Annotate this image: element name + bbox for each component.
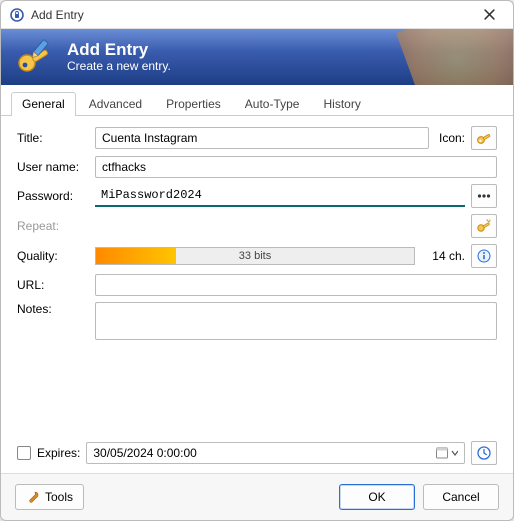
- label-quality: Quality:: [17, 249, 89, 263]
- notes-input[interactable]: [95, 302, 497, 340]
- dots-icon: [477, 191, 491, 201]
- label-expires: Expires:: [37, 446, 80, 460]
- title-input[interactable]: [95, 127, 429, 149]
- lock-icon: [9, 7, 25, 23]
- quality-bar: 33 bits: [95, 247, 415, 265]
- tools-button[interactable]: Tools: [15, 484, 84, 510]
- tab-autotype[interactable]: Auto-Type: [234, 92, 311, 116]
- dialog-footer: Tools OK Cancel: [1, 473, 513, 520]
- cancel-button[interactable]: Cancel: [423, 484, 499, 510]
- key-spark-icon: [476, 218, 492, 234]
- banner-title: Add Entry: [67, 41, 171, 60]
- tab-properties[interactable]: Properties: [155, 92, 232, 116]
- tab-general[interactable]: General: [11, 92, 76, 116]
- add-entry-dialog: Add Entry Add Entry Create a new entry.: [0, 0, 514, 521]
- label-notes: Notes:: [17, 302, 89, 316]
- username-input[interactable]: [95, 156, 497, 178]
- titlebar: Add Entry: [1, 1, 513, 29]
- close-button[interactable]: [473, 5, 505, 25]
- url-input[interactable]: [95, 274, 497, 296]
- tab-history[interactable]: History: [312, 92, 371, 116]
- label-icon: Icon:: [435, 131, 465, 145]
- window-title: Add Entry: [31, 8, 473, 22]
- wrench-icon: [26, 490, 40, 504]
- label-url: URL:: [17, 278, 89, 292]
- clock-icon: [476, 445, 492, 461]
- expires-preset-button[interactable]: [471, 441, 497, 465]
- quality-fill: [96, 248, 176, 264]
- banner-subtitle: Create a new entry.: [67, 59, 171, 73]
- generate-password-button[interactable]: [471, 214, 497, 238]
- expires-date-value: 30/05/2024 0:00:00: [93, 446, 196, 460]
- quality-chars: 14 ch.: [421, 249, 465, 263]
- tools-label: Tools: [45, 490, 73, 504]
- tab-strip: General Advanced Properties Auto-Type Hi…: [1, 85, 513, 116]
- key-pencil-icon: [15, 37, 55, 77]
- close-icon: [484, 9, 495, 20]
- banner: Add Entry Create a new entry.: [1, 29, 513, 85]
- quality-info-button[interactable]: [471, 244, 497, 268]
- ok-button[interactable]: OK: [339, 484, 415, 510]
- info-icon: [477, 249, 491, 263]
- tab-advanced[interactable]: Advanced: [78, 92, 153, 116]
- expires-checkbox[interactable]: [17, 446, 31, 460]
- quality-bits: 33 bits: [239, 250, 271, 262]
- form-general: Title: Icon: User name: Password: Repeat…: [1, 116, 513, 437]
- label-repeat: Repeat:: [17, 219, 89, 233]
- label-password: Password:: [17, 189, 89, 203]
- icon-picker-button[interactable]: [471, 126, 497, 150]
- expires-date-input[interactable]: 30/05/2024 0:00:00: [86, 442, 465, 464]
- label-username: User name:: [17, 160, 89, 174]
- calendar-dropdown-icon: [436, 447, 458, 459]
- password-input[interactable]: [95, 185, 465, 207]
- toggle-password-visibility[interactable]: [471, 184, 497, 208]
- label-title: Title:: [17, 131, 89, 145]
- key-icon: [476, 130, 492, 146]
